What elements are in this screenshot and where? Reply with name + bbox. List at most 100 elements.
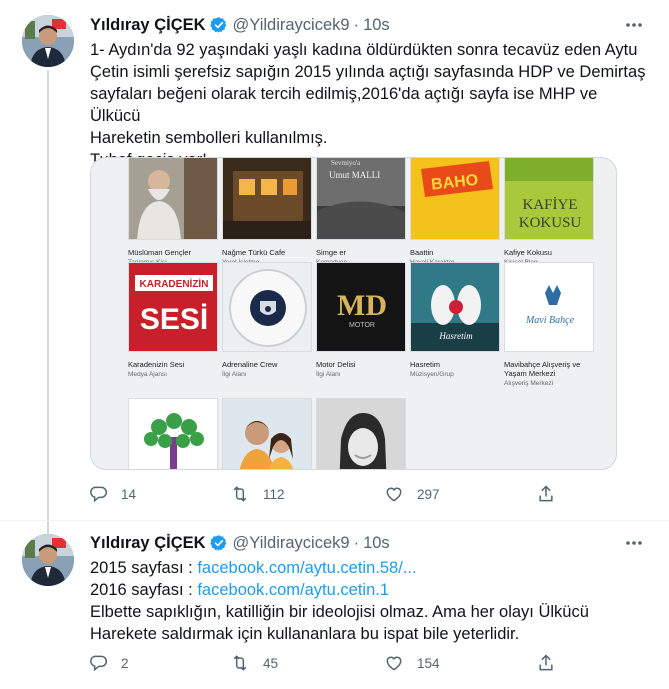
tweet-text: 2015 sayfası : facebook.com/aytu.cetin.5…	[90, 557, 650, 645]
card-thumbnail: MD MOTOR	[316, 262, 406, 352]
more-dots-icon[interactable]	[623, 14, 645, 36]
tweet-text-line: Elbette sapıklığın, katilliğin bir ideol…	[90, 603, 589, 621]
retweet-count: 45	[263, 655, 279, 671]
separator-dot: ·	[353, 15, 360, 34]
thumb-text: Mavi Bahçe	[525, 315, 575, 326]
like-button[interactable]: 297	[384, 482, 440, 506]
thumb-text: Hasretim	[438, 331, 473, 341]
card-category: İlgi Alanı	[316, 371, 341, 378]
like-button[interactable]: 154	[384, 651, 440, 675]
reply-count: 2	[121, 655, 129, 671]
page-card	[222, 398, 312, 469]
card-thumbnail	[128, 158, 218, 240]
tweet-text-line: 1- Aydın'da 92 yaşındaki yaşlı kadına öl…	[90, 41, 638, 59]
card-thumbnail	[222, 158, 312, 240]
share-icon	[539, 654, 553, 671]
card-name: Karadenizin Sesi	[128, 360, 185, 369]
card-thumbnail	[128, 398, 218, 469]
line-prefix: 2016 sayfası :	[90, 581, 198, 599]
share-button[interactable]	[536, 482, 556, 506]
thumb-text: KAFİYE	[523, 197, 578, 213]
heart-icon	[386, 487, 402, 502]
tweet-text-line: sayfaları beğeni olarak tercih edilmiş,2…	[90, 85, 598, 125]
card-thumbnail: KAFİYE KOKUSU	[504, 158, 594, 240]
card-thumbnail: KARADENİZİN SESİ	[128, 262, 218, 352]
page-card: Müslüman Gençler Tanınmış Kişi	[128, 158, 218, 267]
thumb-text: KARADENİZİN	[140, 277, 209, 290]
like-count: 154	[417, 655, 440, 671]
card-category: İlgi Alanı	[222, 371, 247, 378]
tweet-image[interactable]: Müslüman Gençler Tanınmış Kişi Nağme Tür…	[90, 157, 617, 470]
more-dots-icon[interactable]	[623, 532, 645, 554]
card-category: Müzisyen/Grup	[410, 371, 454, 378]
page-card: KAFİYE KOKUSU Kafiye Kokusu Kişisel Blog	[504, 158, 594, 267]
tweet-text-line: 2015 sayfası : facebook.com/aytu.cetin.5…	[90, 557, 650, 579]
tweet-actions: 2 45 154	[88, 651, 558, 675]
avatar[interactable]	[22, 534, 74, 586]
tweet-actions: 14 112 297	[88, 482, 558, 506]
card-name: Baattin	[410, 248, 434, 257]
tweet-2[interactable]: Yıldıray ÇİÇEK @Yildiraycicek9 · 10s 201…	[0, 520, 669, 689]
reply-icon	[90, 486, 108, 503]
card-name: Simge er	[316, 248, 347, 257]
link-2015-page[interactable]: facebook.com/aytu.cetin.58/...	[197, 559, 416, 577]
card-name: Nağme Türkü Cafe	[222, 248, 286, 257]
card-thumbnail	[316, 398, 406, 469]
card-thumbnail: BAHO	[410, 158, 500, 240]
page-card: MD MOTOR Motor Delisi İlgi Alanı	[316, 262, 406, 379]
display-name[interactable]: Yıldıray ÇİÇEK	[90, 534, 206, 553]
thumb-text: Sevmiyo'a	[331, 159, 361, 167]
card-thumbnail: Sevmiyo'a Umut MALLI	[316, 158, 406, 240]
share-icon	[539, 485, 553, 502]
timestamp[interactable]: 10s	[363, 534, 390, 553]
reply-count: 14	[121, 486, 137, 502]
tweet-text: 1- Aydın'da 92 yaşındaki yaşlı kadına öl…	[90, 39, 650, 171]
page-card	[316, 398, 406, 469]
page-card: Adrenaline Crew İlgi Alanı	[222, 262, 312, 379]
tweet-1[interactable]: Yıldıray ÇİÇEK @Yildiraycicek9 · 10s 1- …	[0, 0, 669, 520]
card-name: Kafiye Kokusu	[504, 248, 552, 257]
verified-badge-icon	[209, 535, 226, 551]
card-name: Mavibahçe Alışveriş ve Yaşam Merkezi	[504, 360, 581, 378]
tweet-header: Yıldıray ÇİÇEK @Yildiraycicek9 · 10s	[90, 14, 390, 36]
card-name: Hasretim	[410, 360, 441, 369]
heart-icon	[386, 656, 402, 671]
verified-badge-icon	[209, 17, 226, 33]
tweet-text-line: 2016 sayfası : facebook.com/aytu.cetin.1	[90, 579, 650, 601]
card-category: Medya Ajansı	[128, 371, 168, 378]
tweet-text-line: Harekete saldırmak için kullananlara bu …	[90, 625, 520, 643]
retweet-icon	[233, 486, 247, 502]
card-category: Alışveriş Merkezi	[504, 380, 554, 387]
share-button[interactable]	[536, 651, 556, 675]
page-card: Sevmiyo'a Umut MALLI Simge er Komedyen	[316, 158, 406, 267]
reply-button[interactable]: 2	[88, 651, 129, 675]
page-card	[128, 398, 218, 469]
timestamp[interactable]: 10s	[363, 16, 390, 35]
thumb-text: SESİ	[140, 303, 208, 336]
card-name: Adrenaline Crew	[222, 360, 278, 369]
page-card: BAHO Baattin Hayali Karakter	[410, 158, 500, 267]
tweet-text-line: Hareketin sembolleri kullanılmış.	[90, 129, 328, 147]
tweet-text-line: Çetin isimli şerefsiz sapığın 2015 yılın…	[90, 63, 646, 81]
reply-icon	[90, 655, 108, 672]
retweet-button[interactable]: 45	[230, 651, 278, 675]
avatar[interactable]	[22, 15, 74, 67]
display-name[interactable]: Yıldıray ÇİÇEK	[90, 16, 206, 35]
reply-button[interactable]: 14	[88, 482, 136, 506]
link-2016-page[interactable]: facebook.com/aytu.cetin.1	[197, 581, 389, 599]
page-card: Hasretim Hasretim Müzisyen/Grup	[410, 262, 500, 379]
page-card: KARADENİZİN SESİ Karadenizin Sesi Medya …	[128, 262, 218, 379]
line-prefix: 2015 sayfası :	[90, 559, 198, 577]
separator-dot: ·	[353, 533, 360, 552]
retweet-icon	[233, 655, 247, 671]
user-handle[interactable]: @Yildiraycicek9	[233, 16, 350, 35]
card-thumbnail: Mavi Bahçe	[504, 262, 594, 352]
user-handle[interactable]: @Yildiraycicek9	[233, 534, 350, 553]
card-name: Müslüman Gençler	[128, 248, 191, 257]
thumb-text: Umut MALLI	[329, 170, 380, 180]
page-card: Mavi Bahçe Mavibahçe Alışveriş ve Yaşam …	[504, 262, 594, 388]
like-count: 297	[417, 486, 440, 502]
retweet-button[interactable]: 112	[230, 482, 285, 506]
retweet-count: 112	[263, 486, 285, 502]
card-thumbnail	[222, 398, 312, 469]
